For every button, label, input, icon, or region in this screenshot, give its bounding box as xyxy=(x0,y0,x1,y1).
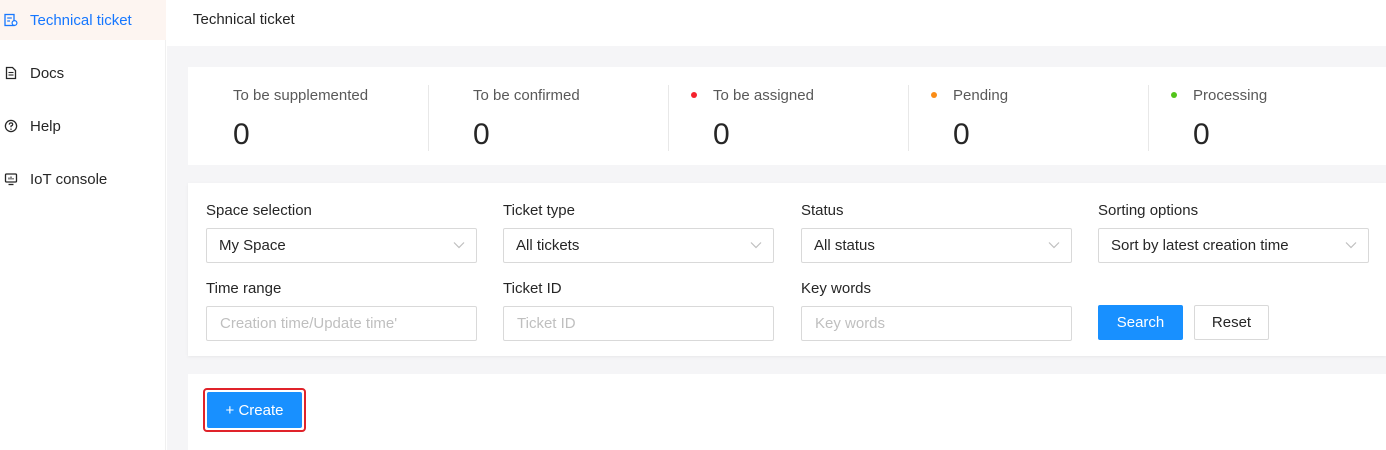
ticket-type-select[interactable]: All tickets xyxy=(503,228,774,263)
sorting-options-label: Sorting options xyxy=(1098,202,1199,219)
status-dot-orange xyxy=(931,92,937,98)
stat-divider xyxy=(668,85,669,151)
page-title: Technical ticket xyxy=(193,11,295,28)
sidebar-item-help[interactable]: Help xyxy=(0,106,166,146)
ticket-type-label: Ticket type xyxy=(503,202,575,219)
stat-pending[interactable]: Pending 0 xyxy=(929,67,1149,165)
status-summary: To be supplemented 0 To be confirmed 0 T… xyxy=(188,67,1386,165)
sidebar-item-label: IoT console xyxy=(30,170,108,188)
sidebar-item-technical-ticket[interactable]: Technical ticket xyxy=(0,0,166,40)
search-button[interactable]: Search xyxy=(1098,305,1183,340)
chevron-down-icon xyxy=(1048,242,1060,249)
stat-label: Pending xyxy=(953,87,1009,104)
main-content: Technical ticket To be supplemented 0 To… xyxy=(167,0,1386,450)
ticket-id-label: Ticket ID xyxy=(503,280,562,297)
select-value: All tickets xyxy=(516,237,580,254)
page-header: Technical ticket xyxy=(167,0,1386,46)
stat-label: Processing xyxy=(1193,87,1268,104)
sidebar: Technical ticket Docs Help IoT console xyxy=(0,0,166,450)
ticket-id-field[interactable] xyxy=(503,306,774,341)
key-words-field[interactable] xyxy=(801,306,1072,341)
stat-divider xyxy=(908,85,909,151)
stat-value: 0 xyxy=(473,118,490,151)
create-button[interactable]: + Create xyxy=(207,392,302,428)
stat-value: 0 xyxy=(953,118,970,151)
select-value: Sort by latest creation time xyxy=(1111,237,1289,254)
time-range-picker[interactable] xyxy=(206,306,477,341)
sidebar-item-label: Docs xyxy=(30,64,65,82)
stat-value: 0 xyxy=(1193,118,1210,151)
space-selection-select[interactable]: My Space xyxy=(206,228,477,263)
ticket-icon xyxy=(4,13,18,27)
select-value: My Space xyxy=(219,237,286,254)
sidebar-item-label: Help xyxy=(30,117,61,135)
sidebar-item-iot-console[interactable]: IoT console xyxy=(0,159,166,199)
chevron-down-icon xyxy=(750,242,762,249)
stat-label: To be confirmed xyxy=(473,87,580,104)
status-select[interactable]: All status xyxy=(801,228,1072,263)
ticket-id-input[interactable] xyxy=(504,307,773,340)
stat-processing[interactable]: Processing 0 xyxy=(1169,67,1369,165)
ticket-list-panel: + Create xyxy=(188,374,1386,450)
stat-to-be-supplemented[interactable]: To be supplemented 0 xyxy=(209,67,429,165)
sorting-options-select[interactable]: Sort by latest creation time xyxy=(1098,228,1369,263)
time-range-label: Time range xyxy=(206,280,282,297)
create-button-highlight: + Create xyxy=(203,388,306,432)
stat-divider xyxy=(428,85,429,151)
key-words-input[interactable] xyxy=(802,307,1071,340)
stat-label: To be assigned xyxy=(713,87,814,104)
stat-divider xyxy=(1148,85,1149,151)
console-icon xyxy=(4,172,18,186)
sidebar-item-docs[interactable]: Docs xyxy=(0,53,166,93)
help-icon xyxy=(4,119,18,133)
sidebar-item-label: Technical ticket xyxy=(30,11,132,29)
status-dot-red xyxy=(691,92,697,98)
document-icon xyxy=(4,66,18,80)
stat-value: 0 xyxy=(233,118,250,151)
space-selection-label: Space selection xyxy=(206,202,312,219)
reset-button[interactable]: Reset xyxy=(1194,305,1269,340)
stat-to-be-assigned[interactable]: To be assigned 0 xyxy=(689,67,909,165)
stat-label: To be supplemented xyxy=(233,87,369,104)
chevron-down-icon xyxy=(453,242,465,249)
filter-panel: Space selection My Space Ticket type All… xyxy=(188,183,1386,356)
stat-to-be-confirmed[interactable]: To be confirmed 0 xyxy=(449,67,669,165)
status-label: Status xyxy=(801,202,844,219)
status-dot-green xyxy=(1171,92,1177,98)
select-value: All status xyxy=(814,237,875,254)
time-range-input[interactable] xyxy=(207,307,476,340)
key-words-label: Key words xyxy=(801,280,872,297)
chevron-down-icon xyxy=(1345,242,1357,249)
stat-value: 0 xyxy=(713,118,730,151)
